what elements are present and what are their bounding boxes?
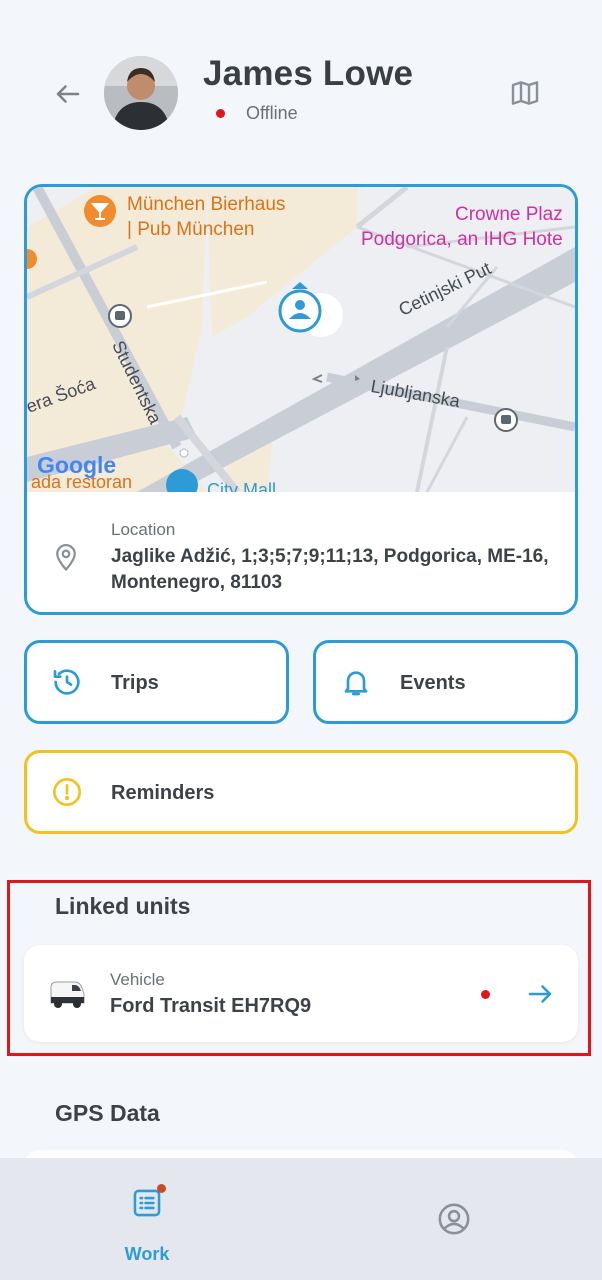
location-label: Location xyxy=(111,520,176,539)
arrow-left-icon xyxy=(56,85,80,103)
avatar xyxy=(104,56,178,130)
events-button[interactable]: Events xyxy=(313,640,578,724)
map-view[interactable]: München Bierhaus | Pub München Crowne Pl… xyxy=(27,187,575,492)
linked-unit-item[interactable]: Vehicle Ford Transit EH7RQ9 xyxy=(24,945,578,1042)
notification-badge xyxy=(157,1184,166,1193)
unit-type: Vehicle xyxy=(110,970,165,989)
events-label: Events xyxy=(400,672,466,694)
bottom-navigation: Work xyxy=(0,1158,602,1280)
map-label-mall: City Mall xyxy=(207,480,277,492)
map-icon xyxy=(511,81,539,105)
google-logo: Google xyxy=(37,452,117,478)
profile-header: James Lowe Offline xyxy=(0,0,602,170)
user-name: James Lowe xyxy=(203,54,414,93)
status-text: Offline xyxy=(246,103,298,123)
reminders-label: Reminders xyxy=(111,782,215,804)
map-view-button[interactable] xyxy=(506,74,544,112)
user-circle-icon[interactable] xyxy=(437,1202,471,1236)
alert-circle-icon xyxy=(51,776,83,808)
trips-label: Trips xyxy=(111,672,159,694)
location-card: München Bierhaus | Pub München Crowne Pl… xyxy=(24,184,578,615)
unit-status-dot xyxy=(481,990,490,999)
back-button[interactable] xyxy=(48,74,88,114)
trips-button[interactable]: Trips xyxy=(24,640,289,724)
history-icon xyxy=(51,666,83,698)
nav-item-work[interactable]: Work xyxy=(107,1178,187,1268)
reminders-button[interactable]: Reminders xyxy=(24,750,578,834)
bell-icon xyxy=(340,666,372,698)
map-label-pub: München Bierhaus | Pub München xyxy=(127,194,286,240)
nav-work-label: Work xyxy=(124,1244,170,1264)
unit-name: Ford Transit EH7RQ9 xyxy=(110,995,312,1017)
location-section: Location Jaglike Adžić, 1;3;5;7;9;11;13,… xyxy=(27,492,575,612)
arrow-right-icon[interactable] xyxy=(524,978,556,1010)
van-icon xyxy=(48,977,86,1011)
linked-units-title: Linked units xyxy=(55,893,191,919)
gps-data-title: GPS Data xyxy=(55,1100,160,1126)
location-address: Jaglike Adžić, 1;3;5;7;9;11;13, Podgoric… xyxy=(111,546,549,593)
status-dot xyxy=(216,109,225,118)
map-label-hotel: Crowne Plaz Podgorica, an IHG Hote xyxy=(361,204,563,250)
location-pin-icon xyxy=(56,544,76,572)
